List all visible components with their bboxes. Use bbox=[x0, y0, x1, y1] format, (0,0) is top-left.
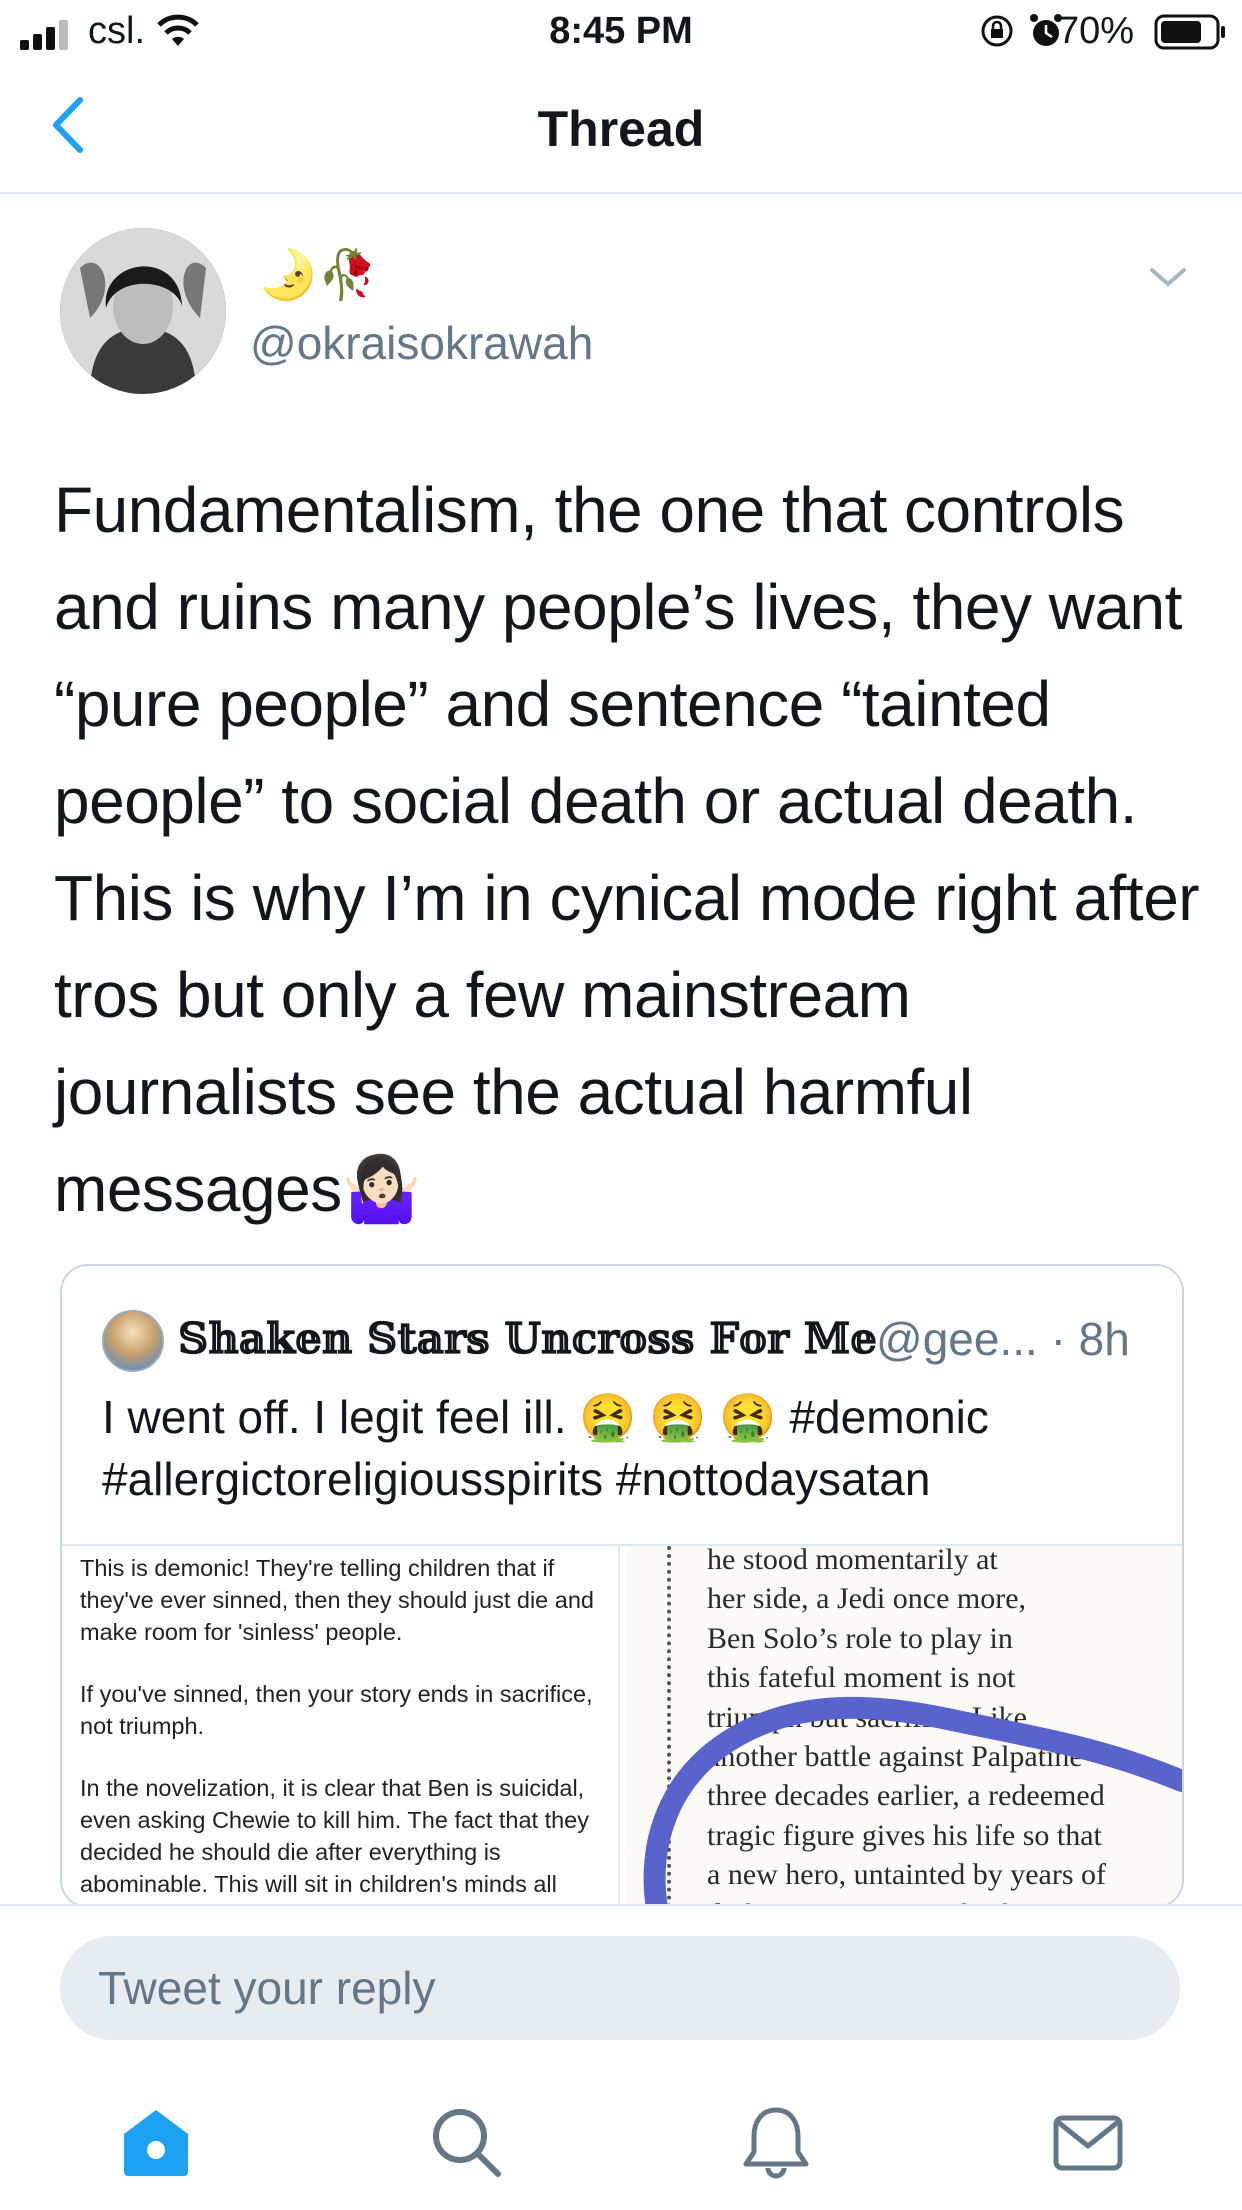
media-screenshot-text: This is demonic! They're telling childre… bbox=[62, 1546, 620, 1906]
quoted-display-name: 𝕊𝕙𝕒𝕜𝕖𝕟 𝕊𝕥𝕒𝕣𝕤 𝕌𝕟𝕔𝕣𝕠𝕤𝕤 𝔽𝕠𝕣 𝕄𝕖 bbox=[178, 1314, 877, 1363]
chevron-down-icon[interactable] bbox=[1146, 262, 1190, 292]
media-paragraph: If you've sinned, then your story ends i… bbox=[80, 1681, 593, 1739]
media-paragraph: In the novelization, it is clear that Be… bbox=[80, 1775, 589, 1906]
bell-icon bbox=[743, 2107, 809, 2179]
media-paragraph: This is demonic! They're telling childre… bbox=[80, 1555, 594, 1645]
search-icon bbox=[433, 2109, 501, 2177]
tweet-text: Fundamentalism, the one that controls an… bbox=[54, 474, 1200, 1225]
ink-circle-highlight bbox=[643, 1696, 1182, 1906]
orientation-lock-icon bbox=[981, 15, 1013, 47]
nav-bar: Thread bbox=[0, 64, 1242, 194]
battery-percent: 70% bbox=[1057, 10, 1134, 52]
reply-bar: Tweet your reply bbox=[0, 1904, 1242, 2210]
quoted-media[interactable]: This is demonic! They're telling childre… bbox=[62, 1544, 1182, 1906]
tab-search[interactable] bbox=[426, 2102, 506, 2182]
reply-input[interactable]: Tweet your reply bbox=[60, 1936, 1180, 2040]
display-name: 🌛🥀 bbox=[258, 249, 378, 302]
quoted-text: I went off. I legit feel ill. 🤮 🤮 🤮 #dem… bbox=[102, 1391, 989, 1505]
tab-home[interactable] bbox=[116, 2102, 196, 2182]
user-handle[interactable]: @okraisokrawah bbox=[250, 316, 593, 370]
avatar[interactable] bbox=[60, 228, 226, 394]
battery-icon bbox=[1154, 14, 1225, 50]
tab-messages[interactable] bbox=[1048, 2102, 1128, 2182]
home-icon bbox=[124, 2110, 188, 2176]
mail-icon bbox=[1053, 2115, 1123, 2171]
status-bar: csl. 8:45 PM 70% bbox=[0, 0, 1242, 64]
quoted-handle-time: @gee... · 8h bbox=[876, 1313, 1130, 1365]
page-title: Thread bbox=[537, 101, 705, 157]
media-book-page: he stood momentarily at her side, a Jedi… bbox=[627, 1546, 1182, 1906]
tab-notifications[interactable] bbox=[736, 2102, 816, 2182]
quoted-avatar bbox=[102, 1310, 164, 1372]
quoted-tweet[interactable]: 𝕊𝕙𝕒𝕜𝕖𝕟 𝕊𝕥𝕒𝕣𝕤 𝕌𝕟𝕔𝕣𝕠𝕤𝕤 𝔽𝕠𝕣 𝕄𝕖 @gee... · 8h… bbox=[60, 1264, 1184, 1908]
